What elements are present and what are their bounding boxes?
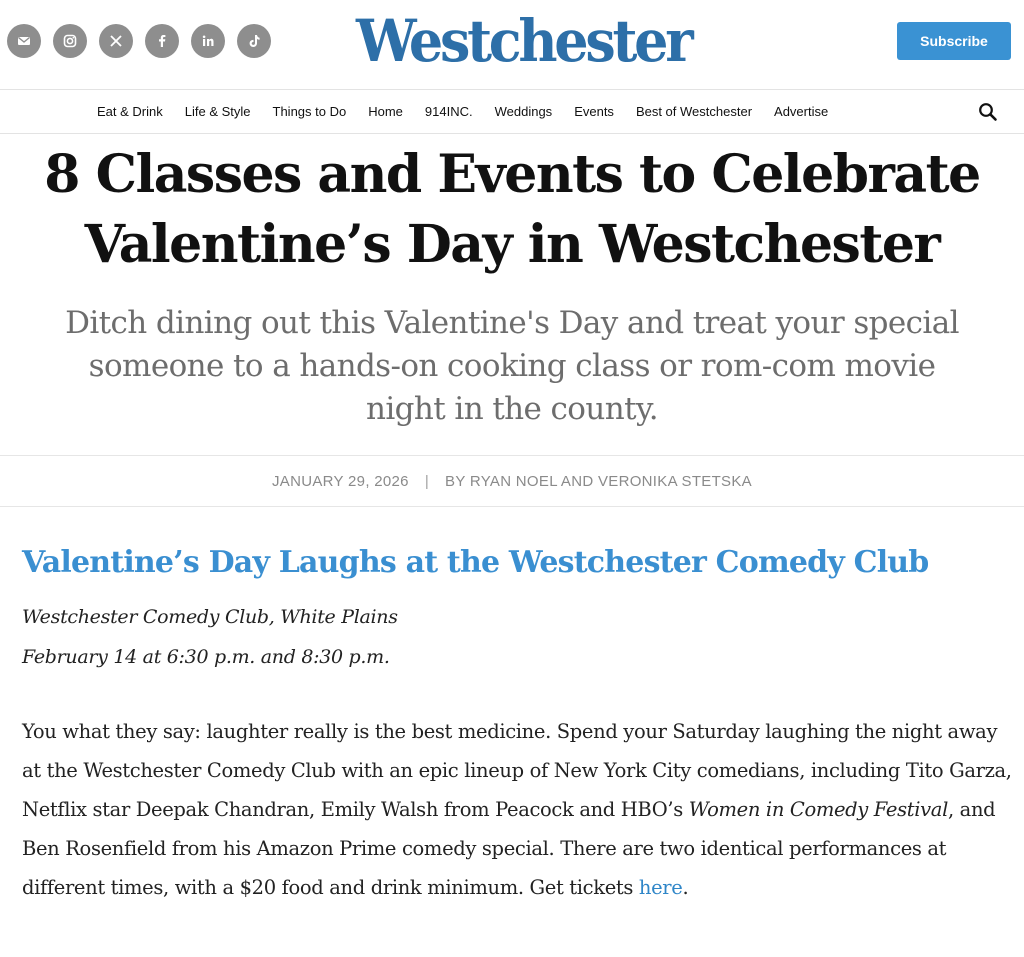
article-subheadline: Ditch dining out this Valentine's Day an…: [10, 302, 1014, 431]
nav-item-advertise[interactable]: Advertise: [763, 104, 839, 119]
subscribe-button[interactable]: Subscribe: [897, 22, 1011, 60]
paragraph-italic-text: Women in Comedy Festival: [688, 798, 949, 821]
tickets-link[interactable]: here: [639, 876, 683, 899]
tiktok-icon[interactable]: [237, 24, 271, 58]
nav-item-life-style[interactable]: Life & Style: [174, 104, 262, 119]
linkedin-icon[interactable]: [191, 24, 225, 58]
nav-item-best-of-westchester[interactable]: Best of Westchester: [625, 104, 763, 119]
meta-separator: |: [424, 472, 430, 490]
event-location: Westchester Comedy Club, White Plains: [22, 606, 398, 628]
headline-line-1: 8 Classes and Events to Celebrate: [44, 144, 981, 205]
section-heading: Valentine’s Day Laughs at the Westcheste…: [22, 545, 929, 580]
x-icon[interactable]: [99, 24, 133, 58]
nav-item-weddings[interactable]: Weddings: [484, 104, 564, 119]
social-links: [7, 24, 271, 58]
nav-item-events[interactable]: Events: [563, 104, 625, 119]
event-date-time: February 14 at 6:30 p.m. and 8:30 p.m.: [22, 646, 390, 668]
nav-item-home[interactable]: Home: [357, 104, 414, 119]
search-icon[interactable]: [977, 101, 999, 123]
facebook-icon[interactable]: [145, 24, 179, 58]
article-meta: JANUARY 29, 2026 | BY RYAN NOEL AND VERO…: [0, 455, 1024, 507]
paragraph-end: .: [682, 876, 689, 899]
article-paragraph: You what they say: laughter really is th…: [22, 712, 1012, 907]
nav-item-eat-drink[interactable]: Eat & Drink: [86, 104, 174, 119]
dek-line-1: Ditch dining out this Valentine's Day an…: [65, 305, 959, 341]
author-byline[interactable]: BY RYAN NOEL AND VERONIKA STETSKA: [445, 473, 752, 490]
dek-line-2: someone to a hands-on cooking class or r…: [88, 348, 936, 384]
headline-line-2: Valentine’s Day in Westchester: [84, 214, 941, 275]
article-headline: 8 Classes and Events to Celebrate Valent…: [10, 140, 1014, 280]
site-logo[interactable]: Westchester: [356, 8, 694, 74]
nav-item-things-to-do[interactable]: Things to Do: [262, 104, 358, 119]
publish-date: JANUARY 29, 2026: [272, 472, 409, 490]
main-navigation: Eat & Drink Life & Style Things to Do Ho…: [0, 89, 1024, 134]
dek-line-3: night in the county.: [365, 391, 659, 427]
nav-item-914inc[interactable]: 914INC.: [414, 104, 484, 119]
email-icon[interactable]: [7, 24, 41, 58]
site-header: Westchester Subscribe: [0, 0, 1024, 90]
instagram-icon[interactable]: [53, 24, 87, 58]
